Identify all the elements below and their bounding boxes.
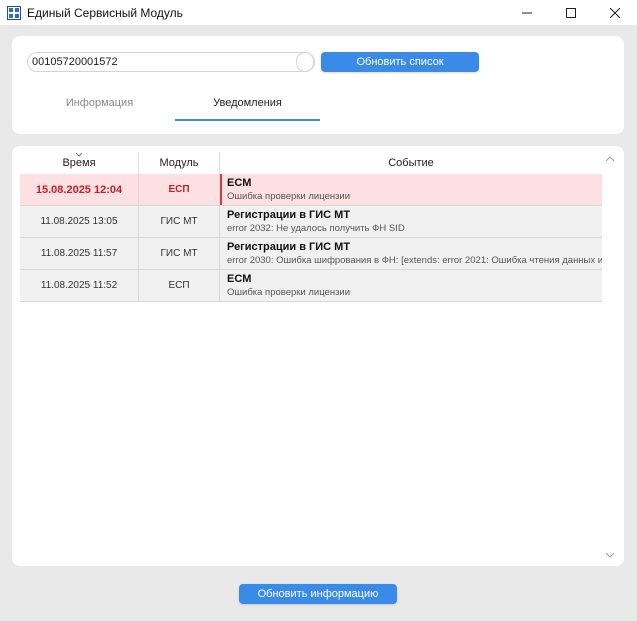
event-description: Ошибка проверки лицензии bbox=[227, 191, 351, 202]
close-icon bbox=[610, 7, 620, 18]
tab-notifications[interactable]: Уведомления bbox=[175, 86, 320, 121]
row-event: Регистрации в ГИС МТ error 2032: Не удал… bbox=[220, 206, 602, 237]
tab-information[interactable]: Информация bbox=[27, 86, 172, 119]
table-row[interactable]: 11.08.2025 11:57 ГИС МТ Регистрации в ГИ… bbox=[20, 238, 602, 270]
table-row[interactable]: 11.08.2025 13:05 ГИС МТ Регистрации в ГИ… bbox=[20, 206, 602, 238]
search-input[interactable] bbox=[28, 53, 292, 71]
row-event: ECM Ошибка проверки лицензии bbox=[220, 174, 602, 205]
row-time: 11.08.2025 13:05 bbox=[20, 206, 139, 237]
maximize-button[interactable] bbox=[549, 0, 593, 25]
search-field bbox=[27, 52, 315, 72]
app-logo-icon bbox=[7, 5, 21, 20]
table-body: 15.08.2025 12:04 ЕСП ECM Ошибка проверки… bbox=[20, 174, 602, 302]
row-time: 11.08.2025 11:52 bbox=[20, 270, 139, 301]
window-controls bbox=[505, 0, 637, 25]
event-description: Ошибка проверки лицензии bbox=[227, 287, 351, 298]
search-clear-button[interactable] bbox=[296, 52, 314, 72]
table-row[interactable]: 15.08.2025 12:04 ЕСП ECM Ошибка проверки… bbox=[20, 174, 602, 206]
vertical-scrollbar[interactable] bbox=[605, 154, 615, 560]
window-title: Единый Сервисный Модуль bbox=[27, 5, 183, 20]
column-header-time-label: Время bbox=[62, 157, 96, 169]
column-header-module[interactable]: Модуль bbox=[139, 152, 220, 174]
event-title: Регистрации в ГИС МТ bbox=[227, 241, 351, 253]
row-event: Регистрации в ГИС МТ error 2030: Ошибка … bbox=[220, 238, 602, 269]
scroll-down-icon[interactable] bbox=[606, 553, 614, 558]
event-title: Регистрации в ГИС МТ bbox=[227, 209, 351, 221]
event-title: ECM bbox=[227, 273, 252, 285]
row-module: ГИС МТ bbox=[139, 206, 220, 237]
row-time: 15.08.2025 12:04 bbox=[20, 174, 139, 205]
table-row[interactable]: 11.08.2025 11:52 ЕСП ECM Ошибка проверки… bbox=[20, 270, 602, 302]
close-button[interactable] bbox=[593, 0, 637, 25]
row-event: ECM Ошибка проверки лицензии bbox=[220, 270, 602, 301]
event-description: error 2030: Ошибка шифрования в ФН: [ext… bbox=[227, 255, 602, 266]
event-description: error 2032: Не удалось получить ФН SID bbox=[227, 223, 405, 234]
controls-panel: Обновить список Информация Уведомления bbox=[12, 36, 624, 134]
row-module: ЕСП bbox=[139, 174, 220, 205]
row-module: ГИС МТ bbox=[139, 238, 220, 269]
scroll-up-icon[interactable] bbox=[606, 156, 614, 161]
maximize-icon bbox=[566, 7, 576, 18]
refresh-list-button[interactable]: Обновить список bbox=[321, 52, 479, 72]
event-title: ECM bbox=[227, 177, 252, 189]
column-header-time[interactable]: Время bbox=[20, 152, 139, 174]
row-module: ЕСП bbox=[139, 270, 220, 301]
refresh-info-button[interactable]: Обновить информацию bbox=[239, 584, 397, 604]
minimize-icon bbox=[522, 12, 532, 13]
tab-bar: Информация Уведомления bbox=[27, 86, 327, 121]
column-header-event[interactable]: Событие bbox=[220, 152, 602, 174]
sort-desc-icon bbox=[76, 153, 82, 157]
title-bar: Единый Сервисный Модуль bbox=[0, 0, 637, 25]
row-time: 11.08.2025 11:57 bbox=[20, 238, 139, 269]
table-header: Время Модуль Событие bbox=[20, 152, 602, 175]
minimize-button[interactable] bbox=[505, 0, 549, 25]
notifications-panel: Время Модуль Событие 15.08.2025 12:04 ЕС… bbox=[12, 146, 624, 566]
